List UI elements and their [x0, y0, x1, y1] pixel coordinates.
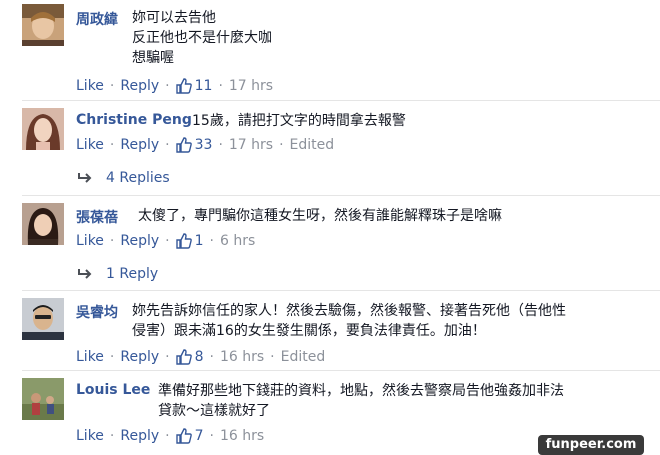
replies-count: 4 Replies	[106, 170, 170, 186]
avatar[interactable]	[22, 298, 64, 340]
like-count-value: 7	[194, 428, 204, 444]
like-link[interactable]: Like	[76, 233, 104, 249]
like-count[interactable]: 33	[175, 137, 213, 153]
separator: ·	[109, 428, 115, 444]
like-count[interactable]: 1	[175, 233, 204, 249]
like-link[interactable]: Like	[76, 137, 104, 153]
like-count-value: 1	[194, 233, 204, 249]
divider	[22, 370, 660, 371]
separator: ·	[218, 137, 223, 153]
like-count[interactable]: 7	[175, 428, 204, 444]
comment-text: 太傻了，專門騙你這種女生呀，然後有誰能解釋珠子是啥嘛	[138, 208, 502, 224]
separator: ·	[209, 349, 214, 365]
timestamp[interactable]: 16 hrs	[220, 428, 264, 444]
watermark: funpeer.com	[538, 435, 644, 455]
comment-actions: Like · Reply · 11 · 17 hrs	[76, 78, 273, 94]
thumbs-up-icon	[175, 428, 192, 444]
like-link[interactable]: Like	[76, 78, 104, 94]
like-count-value: 33	[194, 137, 213, 153]
like-count[interactable]: 11	[175, 78, 213, 94]
comment-actions: Like · Reply · 1 · 6 hrs	[76, 233, 255, 249]
separator: ·	[165, 78, 170, 94]
reply-link[interactable]: Reply	[120, 137, 159, 153]
timestamp[interactable]: 17 hrs	[229, 137, 273, 153]
separator: ·	[165, 428, 170, 444]
reply-link[interactable]: Reply	[120, 428, 159, 444]
separator: ·	[109, 78, 115, 94]
commenter-name[interactable]: 周政緯	[76, 9, 118, 29]
separator: ·	[165, 137, 170, 153]
edited-label[interactable]: Edited	[290, 137, 335, 153]
divider	[22, 100, 660, 101]
separator: ·	[209, 233, 214, 249]
comment-text: 妳先告訴妳信任的家人！然後去驗傷，然後報警、接著告死他（告他性 侵害）跟未滿16…	[132, 303, 566, 339]
comment-actions: Like · Reply · 8 · 16 hrs · Edited	[76, 349, 325, 365]
replies-count: 1 Reply	[106, 266, 159, 282]
like-count[interactable]: 8	[175, 349, 204, 365]
comment-actions: Like · Reply · 7 · 16 hrs	[76, 428, 264, 444]
like-count-value: 8	[194, 349, 204, 365]
commenter-name[interactable]: Christine Peng	[76, 112, 192, 128]
separator: ·	[209, 428, 214, 444]
comment-text: 妳可以去告他 反正他也不是什麼大咖 想騙喔	[132, 10, 272, 66]
avatar[interactable]	[22, 4, 64, 46]
divider	[22, 195, 660, 196]
edited-label[interactable]: Edited	[281, 349, 326, 365]
separator: ·	[279, 137, 284, 153]
avatar[interactable]	[22, 203, 64, 245]
timestamp[interactable]: 16 hrs	[220, 349, 264, 365]
like-link[interactable]: Like	[76, 428, 104, 444]
timestamp[interactable]: 17 hrs	[229, 78, 273, 94]
separator: ·	[165, 349, 170, 365]
view-replies-link[interactable]: 4 Replies	[78, 170, 170, 186]
comment-actions: Like · Reply · 33 · 17 hrs · Edited	[76, 137, 334, 153]
separator: ·	[165, 233, 170, 249]
reply-link[interactable]: Reply	[120, 349, 159, 365]
commenter-name[interactable]: Louis Lee	[76, 382, 150, 398]
thumbs-up-icon	[175, 78, 192, 94]
separator: ·	[109, 349, 115, 365]
thumbs-up-icon	[175, 137, 192, 153]
separator: ·	[218, 78, 223, 94]
separator: ·	[109, 233, 115, 249]
commenter-name[interactable]: 張葆蓓	[76, 207, 118, 227]
like-count-value: 11	[194, 78, 213, 94]
timestamp[interactable]: 6 hrs	[220, 233, 255, 249]
separator: ·	[109, 137, 115, 153]
avatar[interactable]	[22, 108, 64, 150]
reply-link[interactable]: Reply	[120, 78, 159, 94]
thumbs-up-icon	[175, 349, 192, 365]
reply-link[interactable]: Reply	[120, 233, 159, 249]
separator: ·	[270, 349, 275, 365]
divider	[22, 290, 660, 291]
comment-text: 15歲，請把打文字的時間拿去報警	[192, 113, 406, 129]
avatar[interactable]	[22, 378, 64, 420]
thumbs-up-icon	[175, 233, 192, 249]
reply-arrow-icon	[78, 173, 92, 183]
reply-arrow-icon	[78, 269, 92, 279]
comment-text: 準備好那些地下錢莊的資料，地點，然後去警察局告他強姦加非法 貸款～這樣就好了	[158, 383, 564, 419]
commenter-name[interactable]: 吳睿均	[76, 302, 118, 322]
view-replies-link[interactable]: 1 Reply	[78, 266, 158, 282]
like-link[interactable]: Like	[76, 349, 104, 365]
